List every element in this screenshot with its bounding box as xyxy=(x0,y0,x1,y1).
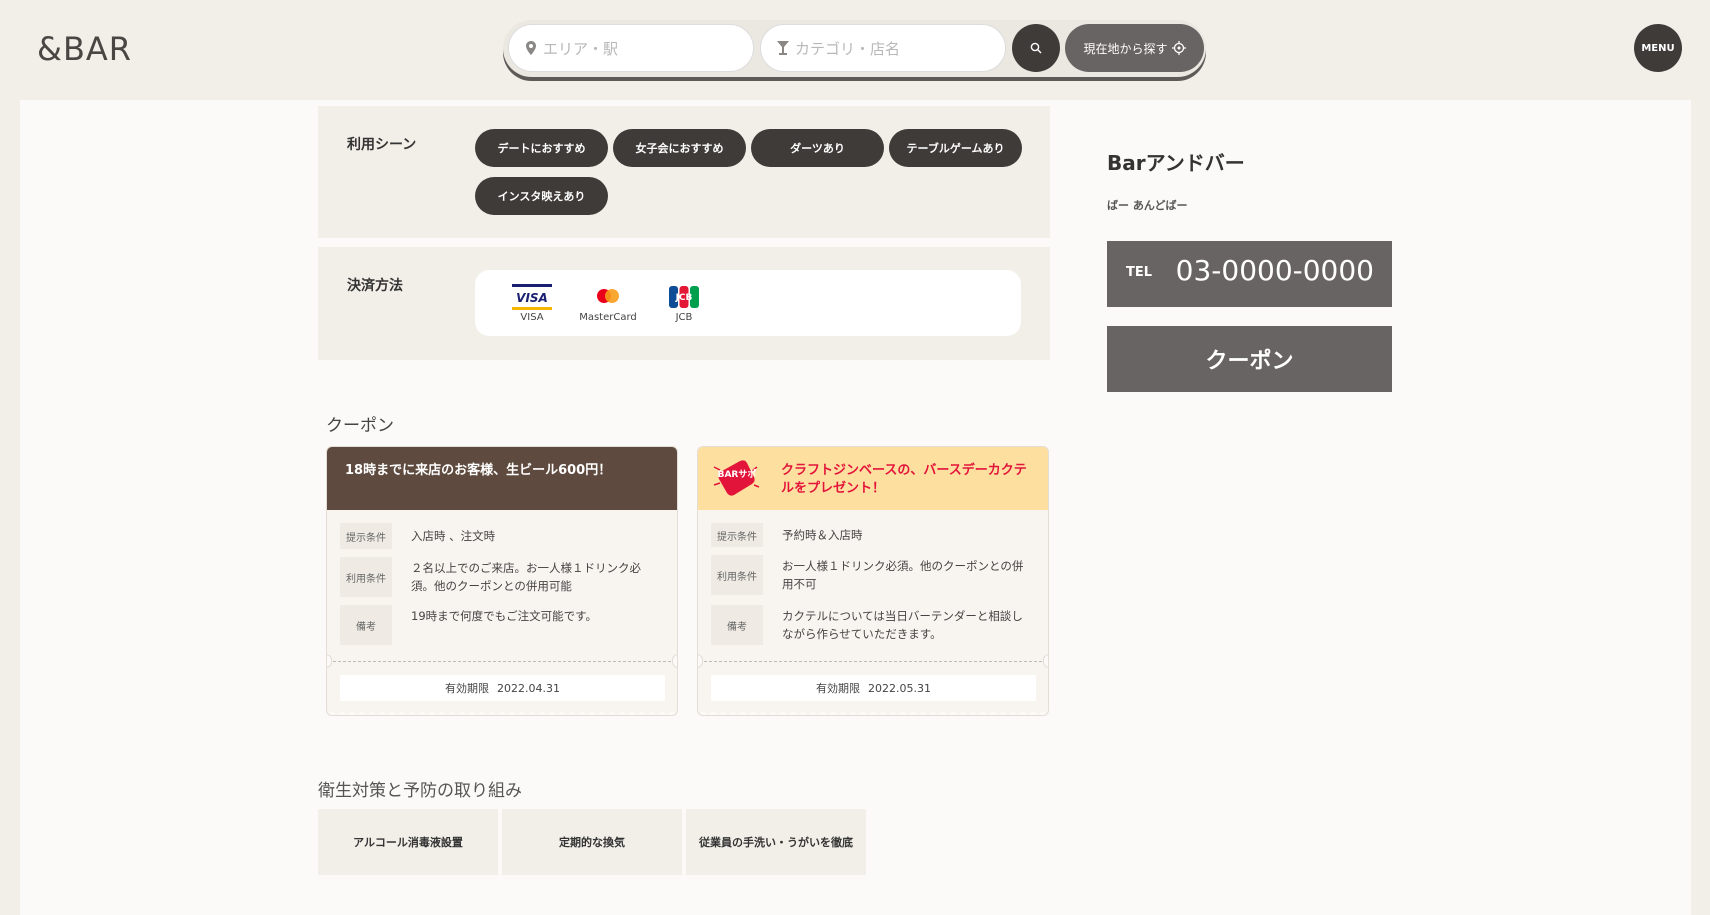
coupon-row: 提示条件 入店時 、注文時 xyxy=(340,523,661,549)
expiry-label: 有効期限 xyxy=(445,682,489,695)
ticket-divider xyxy=(333,661,671,662)
main-content: 利用シーン デートにおすすめ 女子会におすすめ ダーツあり テーブルゲームあり … xyxy=(20,100,1691,915)
coupon-expiry: 有効期限 2022.05.31 xyxy=(711,675,1036,701)
ticket-divider xyxy=(704,661,1042,662)
hygiene-item: 定期的な換気 xyxy=(502,809,682,875)
crosshair-icon xyxy=(1171,41,1186,55)
scene-tag[interactable]: インスタ映えあり xyxy=(475,177,608,215)
current-location-label: 現在地から探す xyxy=(1083,41,1168,56)
cocktail-glass-icon xyxy=(777,41,789,55)
search-button[interactable] xyxy=(1012,24,1060,72)
scene-tag[interactable]: デートにおすすめ xyxy=(475,129,608,167)
coupon-card[interactable]: BARサポ クラフトジンベースの、バースデーカクテルをプレゼント！ 提示条件 予… xyxy=(697,446,1049,716)
tel-number: 03-0000-0000 xyxy=(1175,254,1374,287)
coupon-button[interactable]: クーポン xyxy=(1107,326,1392,392)
coupon-row-key: 利用条件 xyxy=(711,555,763,595)
search-bar: エリア・駅 カテゴリ・店名 現在地から探す xyxy=(503,20,1206,77)
usage-scene-panel: 利用シーン デートにおすすめ 女子会におすすめ ダーツあり テーブルゲームあり … xyxy=(318,106,1050,238)
menu-button[interactable]: MENU xyxy=(1634,24,1682,72)
payment-panel: 決済方法 VISA VISA MasterCard JCB JCB xyxy=(318,247,1050,360)
visa-label: VISA xyxy=(520,312,544,323)
coupon-row-value: お一人様１ドリンク必須。他のクーポンとの併用不可 xyxy=(782,559,1024,591)
coupon-title: クラフトジンベースの、バースデーカクテルをプレゼント！ xyxy=(781,463,1027,496)
ticket-notch xyxy=(698,654,703,668)
visa-logo-icon: VISA xyxy=(512,284,552,310)
svg-text:JCB: JCB xyxy=(675,293,693,303)
coupon-row-value: 19時まで何度でもご注文可能です。 xyxy=(411,609,597,623)
shop-kana: ばー あんどばー xyxy=(1107,199,1188,212)
jcb-label: JCB xyxy=(675,312,693,323)
payment-methods: VISA VISA MasterCard JCB JCB xyxy=(475,270,1021,336)
coupon-row-key: 提示条件 xyxy=(340,523,392,549)
expiry-label: 有効期限 xyxy=(816,682,860,695)
category-search-placeholder: カテゴリ・店名 xyxy=(795,39,901,58)
coupon-row: 利用条件 お一人様１ドリンク必須。他のクーポンとの併用不可 xyxy=(711,555,1032,595)
payment-label: 決済方法 xyxy=(347,278,403,294)
coupon-row-value: カクテルについては当日バーテンダーと相談しながら作らせていただきます。 xyxy=(782,609,1023,641)
coupon-card[interactable]: 18時までに来店のお客様、生ビール600円！ 提示条件 入店時 、注文時 利用条… xyxy=(326,446,678,716)
category-search-input[interactable]: カテゴリ・店名 xyxy=(760,24,1006,72)
coupon-row: 提示条件 予約時＆入店時 xyxy=(711,523,1032,547)
shop-name: Barアンドバー xyxy=(1107,151,1245,175)
svg-text:VISA: VISA xyxy=(516,291,548,305)
coupon-row-key: 備考 xyxy=(340,605,392,645)
scene-tag[interactable]: 女子会におすすめ xyxy=(613,129,746,167)
site-logo[interactable]: &BAR xyxy=(37,30,132,68)
map-pin-icon xyxy=(526,41,536,55)
coupon-row-value: ２名以上でのご来店。お一人様１ドリンク必須。他のクーポンとの併用可能 xyxy=(411,561,641,593)
coupon-row-key: 備考 xyxy=(711,605,763,645)
area-search-input[interactable]: エリア・駅 xyxy=(508,24,754,72)
tel-label: TEL xyxy=(1126,265,1153,280)
mastercard-logo-icon xyxy=(597,289,619,303)
mastercard-card: MasterCard xyxy=(578,284,638,323)
expiry-date: 2022.05.31 xyxy=(868,681,931,695)
hygiene-item: アルコール消毒液設置 xyxy=(318,809,498,875)
coupon-row-value: 予約時＆入店時 xyxy=(782,528,863,542)
current-location-button[interactable]: 現在地から探す xyxy=(1065,24,1204,72)
coupon-header: BARサポ クラフトジンベースの、バースデーカクテルをプレゼント！ xyxy=(698,447,1048,510)
coupon-title: 18時までに来店のお客様、生ビール600円！ xyxy=(327,447,677,510)
search-icon xyxy=(1030,42,1042,54)
coupon-row: 備考 19時まで何度でもご注文可能です。 xyxy=(340,605,661,645)
mastercard-label: MasterCard xyxy=(579,312,637,323)
visa-card: VISA VISA xyxy=(502,284,562,323)
usage-scene-label: 利用シーン xyxy=(347,137,417,153)
ticket-notch xyxy=(327,654,332,668)
coupon-row: 利用条件 ２名以上でのご来店。お一人様１ドリンク必須。他のクーポンとの併用可能 xyxy=(340,557,661,597)
ticket-notch xyxy=(1043,654,1048,668)
hygiene-item: 従業員の手洗い・うがいを徹底 xyxy=(686,809,866,875)
scene-tag[interactable]: ダーツあり xyxy=(751,129,884,167)
badge-label: BARサポ xyxy=(718,468,757,480)
ticket-edge xyxy=(698,709,1048,715)
coupon-row-value: 入店時 、注文時 xyxy=(411,529,496,543)
bar-support-badge-icon: BARサポ xyxy=(713,460,760,496)
area-search-placeholder: エリア・駅 xyxy=(543,39,619,58)
site-header: &BAR エリア・駅 カテゴリ・店名 現在地から探す MENU xyxy=(0,0,1710,100)
jcb-logo-icon: JCB xyxy=(669,286,699,308)
coupon-expiry: 有効期限 2022.04.31 xyxy=(340,675,665,701)
tel-button[interactable]: TEL 03-0000-0000 xyxy=(1107,241,1392,307)
coupon-row: 備考 カクテルについては当日バーテンダーと相談しながら作らせていただきます。 xyxy=(711,605,1032,645)
hygiene-section-title: 衛生対策と予防の取り組み xyxy=(318,781,522,801)
coupon-row-key: 提示条件 xyxy=(711,523,763,547)
expiry-date: 2022.04.31 xyxy=(497,681,560,695)
coupon-section-title: クーポン xyxy=(326,416,394,436)
ticket-edge xyxy=(327,709,677,715)
jcb-card: JCB JCB xyxy=(654,284,714,323)
ticket-notch xyxy=(672,654,677,668)
coupon-row-key: 利用条件 xyxy=(340,557,392,597)
scene-tag[interactable]: テーブルゲームあり xyxy=(889,129,1022,167)
